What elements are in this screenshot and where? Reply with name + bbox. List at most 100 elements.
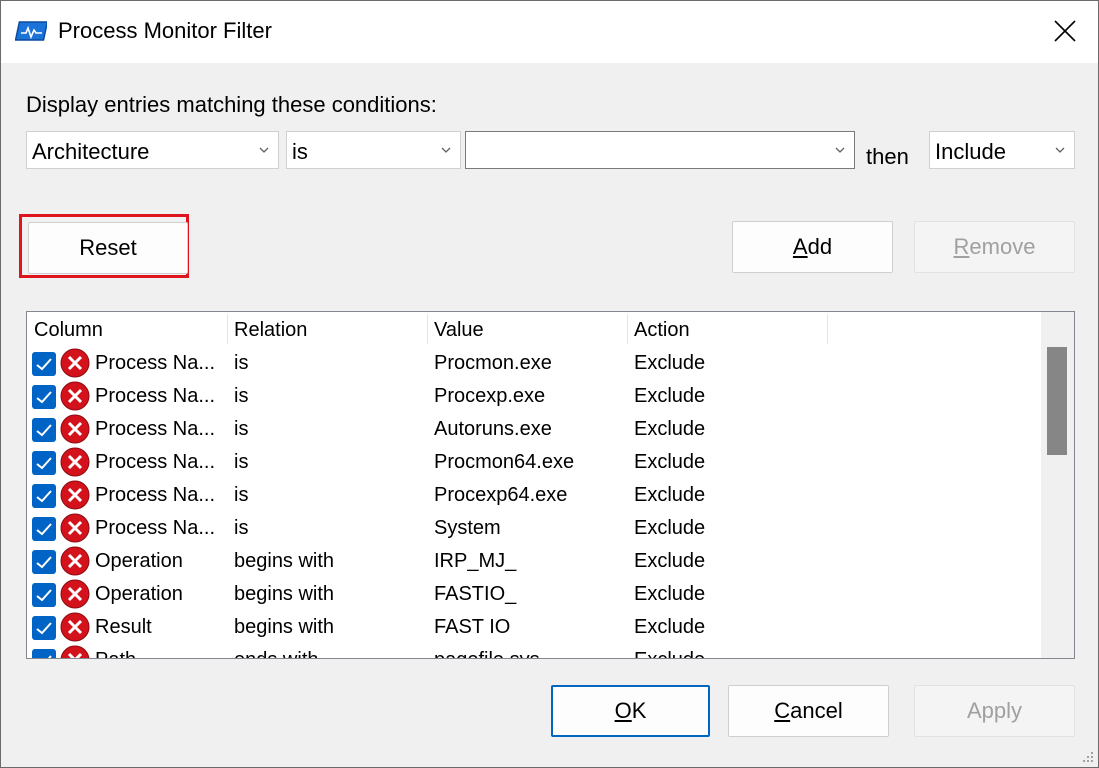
table-row[interactable]: Operation begins with FASTIO_ Exclude <box>27 577 1041 610</box>
cell-value: FAST IO <box>434 616 511 638</box>
cell-action: Exclude <box>634 649 705 658</box>
exclude-x-icon <box>60 414 90 444</box>
table-row[interactable]: Process Na... is Procmon64.exe Exclude <box>27 445 1041 478</box>
title-bar[interactable]: Process Monitor Filter <box>1 1 1098 63</box>
checkmark-icon <box>36 424 52 437</box>
ok-button[interactable]: OK <box>551 685 710 737</box>
header-divider[interactable] <box>227 314 228 344</box>
close-button[interactable] <box>1041 9 1089 53</box>
cell-relation: begins with <box>234 583 335 605</box>
cell-column: Process Na... <box>95 517 216 539</box>
checkmark-icon <box>36 622 52 635</box>
chevron-down-icon[interactable] <box>835 147 845 154</box>
filter-dialog: Process Monitor Filter Display entries m… <box>0 0 1099 768</box>
table-row[interactable]: Path ends with pagefile.sys Exclude <box>27 643 1041 658</box>
checkmark-icon <box>36 358 52 371</box>
cell-value: Procmon.exe <box>434 352 552 374</box>
header-divider[interactable] <box>827 314 828 344</box>
cancel-label-rest: ancel <box>790 698 843 723</box>
action-select[interactable]: Include <box>929 131 1075 169</box>
cell-value: Procmon64.exe <box>434 451 575 473</box>
add-accel: A <box>792 234 808 259</box>
vertical-scrollbar[interactable] <box>1041 312 1074 658</box>
cell-action: Exclude <box>634 517 706 539</box>
cell-value: System <box>434 517 501 539</box>
exclude-x-icon <box>60 381 90 411</box>
table-row[interactable]: Result begins with FAST IO Exclude <box>27 610 1041 643</box>
close-icon <box>1054 20 1076 42</box>
scrollbar-thumb[interactable] <box>1047 347 1067 455</box>
cell-action: Exclude <box>634 385 706 407</box>
row-checkbox[interactable] <box>32 484 56 508</box>
cell-action: Exclude <box>634 583 706 605</box>
cell-value: Autoruns.exe <box>434 418 552 440</box>
row-checkbox[interactable] <box>32 352 56 376</box>
cell-action: Exclude <box>634 616 706 638</box>
row-checkbox[interactable] <box>32 550 56 574</box>
relation-select-value: is <box>292 139 308 164</box>
cell-value: FASTIO_ <box>434 583 517 605</box>
table-row[interactable]: Process Na... is Autoruns.exe Exclude <box>27 412 1041 445</box>
header-value[interactable]: Value <box>434 319 484 342</box>
cell-relation: is <box>234 484 249 506</box>
cell-action: Exclude <box>634 451 706 473</box>
table-row[interactable]: Operation begins with IRP_MJ_ Exclude <box>27 544 1041 577</box>
checkmark-icon <box>36 556 52 569</box>
resize-grip-icon[interactable] <box>1082 751 1094 763</box>
cell-column: Process Na... <box>95 385 216 407</box>
table-row[interactable]: Process Na... is Procexp.exe Exclude <box>27 379 1041 412</box>
checkmark-icon <box>36 589 52 602</box>
cell-column: Path <box>95 649 136 658</box>
row-checkbox[interactable] <box>32 451 56 475</box>
header-relation[interactable]: Relation <box>234 319 307 342</box>
cell-column: Process Na... <box>95 418 216 440</box>
relation-select[interactable]: is <box>286 131 461 169</box>
cell-column: Result <box>95 616 152 638</box>
cell-action: Exclude <box>634 352 706 374</box>
checkmark-icon <box>36 457 52 470</box>
column-select[interactable]: Architecture <box>26 131 279 169</box>
chevron-down-icon <box>259 147 269 153</box>
header-divider[interactable] <box>627 314 628 344</box>
remove-button[interactable]: Remove <box>914 221 1075 273</box>
cell-relation: is <box>234 385 249 407</box>
value-combo[interactable] <box>465 131 855 169</box>
row-checkbox[interactable] <box>32 418 56 442</box>
reset-button[interactable]: Reset <box>28 222 188 274</box>
exclude-x-icon <box>60 645 90 658</box>
cell-relation: is <box>234 352 249 374</box>
cell-relation: ends with <box>234 649 319 658</box>
filter-list[interactable]: Column Relation Value Action Process Na.… <box>26 311 1075 659</box>
ok-accel: O <box>614 698 632 723</box>
row-checkbox[interactable] <box>32 583 56 607</box>
exclude-x-icon <box>60 546 90 576</box>
action-select-value: Include <box>935 139 1006 164</box>
table-row[interactable]: Process Na... is Procmon.exe Exclude <box>27 346 1041 379</box>
checkmark-icon <box>36 490 52 503</box>
list-header: Column Relation Value Action <box>27 312 1041 346</box>
table-row[interactable]: Process Na... is System Exclude <box>27 511 1041 544</box>
row-checkbox[interactable] <box>32 517 56 541</box>
header-divider[interactable] <box>427 314 428 344</box>
cancel-accel: C <box>774 698 791 723</box>
cell-value: Procexp.exe <box>434 385 546 407</box>
cell-column: Operation <box>95 583 183 605</box>
add-button[interactable]: Add <box>732 221 893 273</box>
cell-relation: is <box>234 451 249 473</box>
row-checkbox[interactable] <box>32 649 56 658</box>
header-action[interactable]: Action <box>634 319 690 342</box>
conditions-label: Display entries matching these condition… <box>26 92 437 117</box>
exclude-x-icon <box>60 513 90 543</box>
apply-button[interactable]: Apply <box>914 685 1075 737</box>
row-checkbox[interactable] <box>32 385 56 409</box>
table-row[interactable]: Process Na... is Procexp64.exe Exclude <box>27 478 1041 511</box>
cell-column: Process Na... <box>95 484 216 506</box>
checkmark-icon <box>36 391 52 404</box>
cell-relation: is <box>234 418 249 440</box>
cancel-button[interactable]: Cancel <box>728 685 889 737</box>
header-column[interactable]: Column <box>34 319 103 342</box>
cell-relation: begins with <box>234 616 335 638</box>
column-select-value: Architecture <box>32 139 150 164</box>
ok-label-rest: K <box>631 698 647 723</box>
row-checkbox[interactable] <box>32 616 56 640</box>
